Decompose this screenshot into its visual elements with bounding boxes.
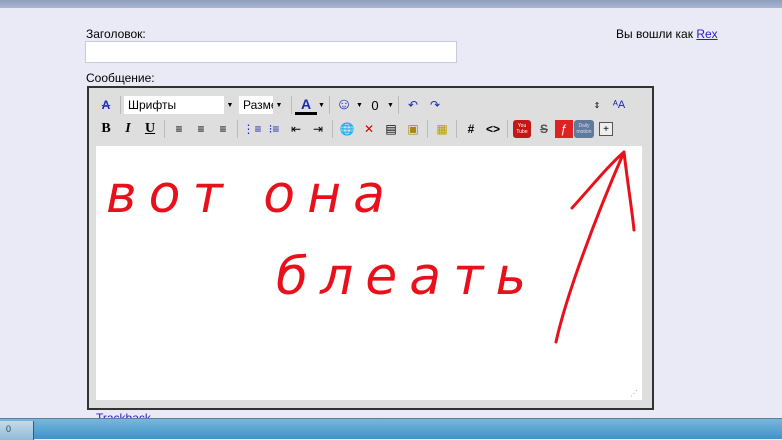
rich-text-editor: A Шрифты ▼ Разме ▼ A ▼ ☺ ▼ 0 ▼ ↶ ↷ ⇕ ᴬA B I U… (87, 86, 654, 410)
youtube-button[interactable]: You Tube (511, 119, 533, 139)
youtube-label: You Tube (513, 120, 531, 138)
chevron-down-icon: ▼ (273, 96, 285, 114)
spellcheck-icon[interactable]: ᴬA (608, 95, 630, 115)
taskbar-item-label: 0 (6, 424, 12, 434)
flash-icon[interactable]: ƒ (555, 120, 573, 138)
size-select[interactable]: Разме ▼ (239, 96, 285, 114)
user-link[interactable]: Rex (696, 27, 717, 41)
attachment-icon[interactable]: 0 (364, 95, 386, 115)
smiley-icon[interactable]: ☺ (333, 95, 355, 115)
message-textarea[interactable]: вот она блеать ⋰ (96, 146, 642, 400)
title-label: Заголовок: (86, 27, 146, 41)
unordered-list-icon[interactable]: ⁝≡ (263, 119, 285, 139)
message-label: Сообщение: (86, 71, 155, 85)
chevron-down-icon: ▼ (224, 96, 236, 114)
outdent-icon[interactable]: ⇤ (285, 119, 307, 139)
image-icon[interactable]: ▣ (402, 119, 424, 139)
insert-file-icon[interactable]: ▤ (380, 119, 402, 139)
undo-icon[interactable]: ↶ (402, 95, 424, 115)
taskbar-item[interactable]: 0 (0, 421, 34, 440)
align-left-icon[interactable]: ≡ (168, 119, 190, 139)
taskbar: 0 (0, 418, 782, 440)
align-center-icon[interactable]: ≡ (190, 119, 212, 139)
title-input[interactable] (85, 41, 457, 63)
italic-button[interactable]: I (117, 119, 139, 139)
toolbar-row-2: B I U ≡ ≡ ≡ ⋮≡ ⁝≡ ⇤ ⇥ 🌐 ✕ ▤ ▣ ▦ # <> You… (95, 118, 617, 140)
strikethrough-icon[interactable]: S (533, 119, 555, 139)
remove-format-icon[interactable]: A (95, 95, 117, 115)
font-select-value: Шрифты (128, 98, 177, 112)
login-prefix: Вы вошли как (616, 27, 693, 41)
chevron-down-icon[interactable]: ▼ (317, 102, 326, 109)
handwritten-arrow (554, 150, 636, 344)
resize-grip-icon[interactable]: ⋰ (630, 389, 638, 398)
window-top-bar (0, 0, 782, 8)
font-color-icon[interactable]: A (295, 95, 317, 115)
quote-icon[interactable]: ▦ (431, 119, 453, 139)
hash-button[interactable]: # (460, 119, 482, 139)
chevron-down-icon[interactable]: ▼ (386, 102, 395, 109)
more-button[interactable]: + (595, 119, 617, 139)
resize-icon[interactable]: ⇕ (586, 95, 608, 115)
bold-button[interactable]: B (95, 119, 117, 139)
font-select[interactable]: Шрифты ▼ (124, 96, 236, 114)
align-right-icon[interactable]: ≡ (212, 119, 234, 139)
underline-button[interactable]: U (139, 119, 161, 139)
redo-icon[interactable]: ↷ (424, 95, 446, 115)
toolbar-row-1: A Шрифты ▼ Разме ▼ A ▼ ☺ ▼ 0 ▼ ↶ ↷ ⇕ ᴬA (95, 94, 630, 116)
plus-icon: + (599, 122, 613, 136)
login-status: Вы вошли как Rex (616, 27, 718, 41)
ordered-list-icon[interactable]: ⋮≡ (241, 119, 263, 139)
indent-icon[interactable]: ⇥ (307, 119, 329, 139)
code-button[interactable]: <> (482, 119, 504, 139)
unlink-icon[interactable]: ✕ (358, 119, 380, 139)
dailymotion-button[interactable]: Daily motion (573, 119, 595, 139)
link-icon[interactable]: 🌐 (336, 119, 358, 139)
dailymotion-label: Daily motion (574, 120, 594, 138)
chevron-down-icon[interactable]: ▼ (355, 102, 364, 109)
